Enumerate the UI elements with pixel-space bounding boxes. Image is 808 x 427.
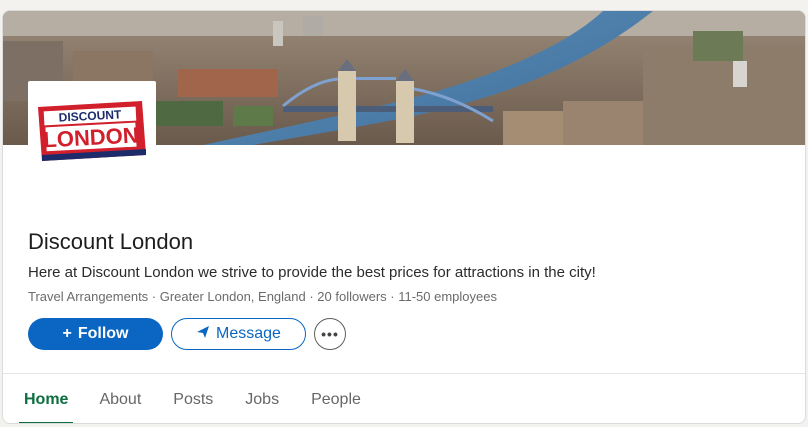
tab-people[interactable]: People [311,374,361,423]
tab-jobs[interactable]: Jobs [245,374,279,423]
message-button[interactable]: Message [171,318,306,350]
tab-about[interactable]: About [99,374,141,423]
company-meta: Travel Arrangements · Greater London, En… [28,289,497,304]
company-tagline: Here at Discount London we strive to pro… [28,264,596,281]
plus-icon: + [62,325,72,342]
company-name: Discount London [28,229,194,254]
more-options-button[interactable]: ••• [314,318,346,350]
company-logo[interactable]: DISCOUNT LONDON [28,81,156,199]
logo-text-bottom: LONDON [43,122,140,152]
tab-posts[interactable]: Posts [173,374,213,423]
ellipsis-icon: ••• [321,326,339,342]
company-page-card: DISCOUNT LONDON Discount London Here at … [2,10,806,424]
follow-button[interactable]: + Follow [28,318,163,350]
follow-label: Follow [77,325,129,342]
tab-home[interactable]: Home [18,374,74,423]
discount-london-logo-icon: DISCOUNT LONDON [38,101,146,161]
message-label: Message [216,325,281,342]
send-icon [196,325,210,343]
page-tabs: Home About Posts Jobs People [3,374,361,423]
